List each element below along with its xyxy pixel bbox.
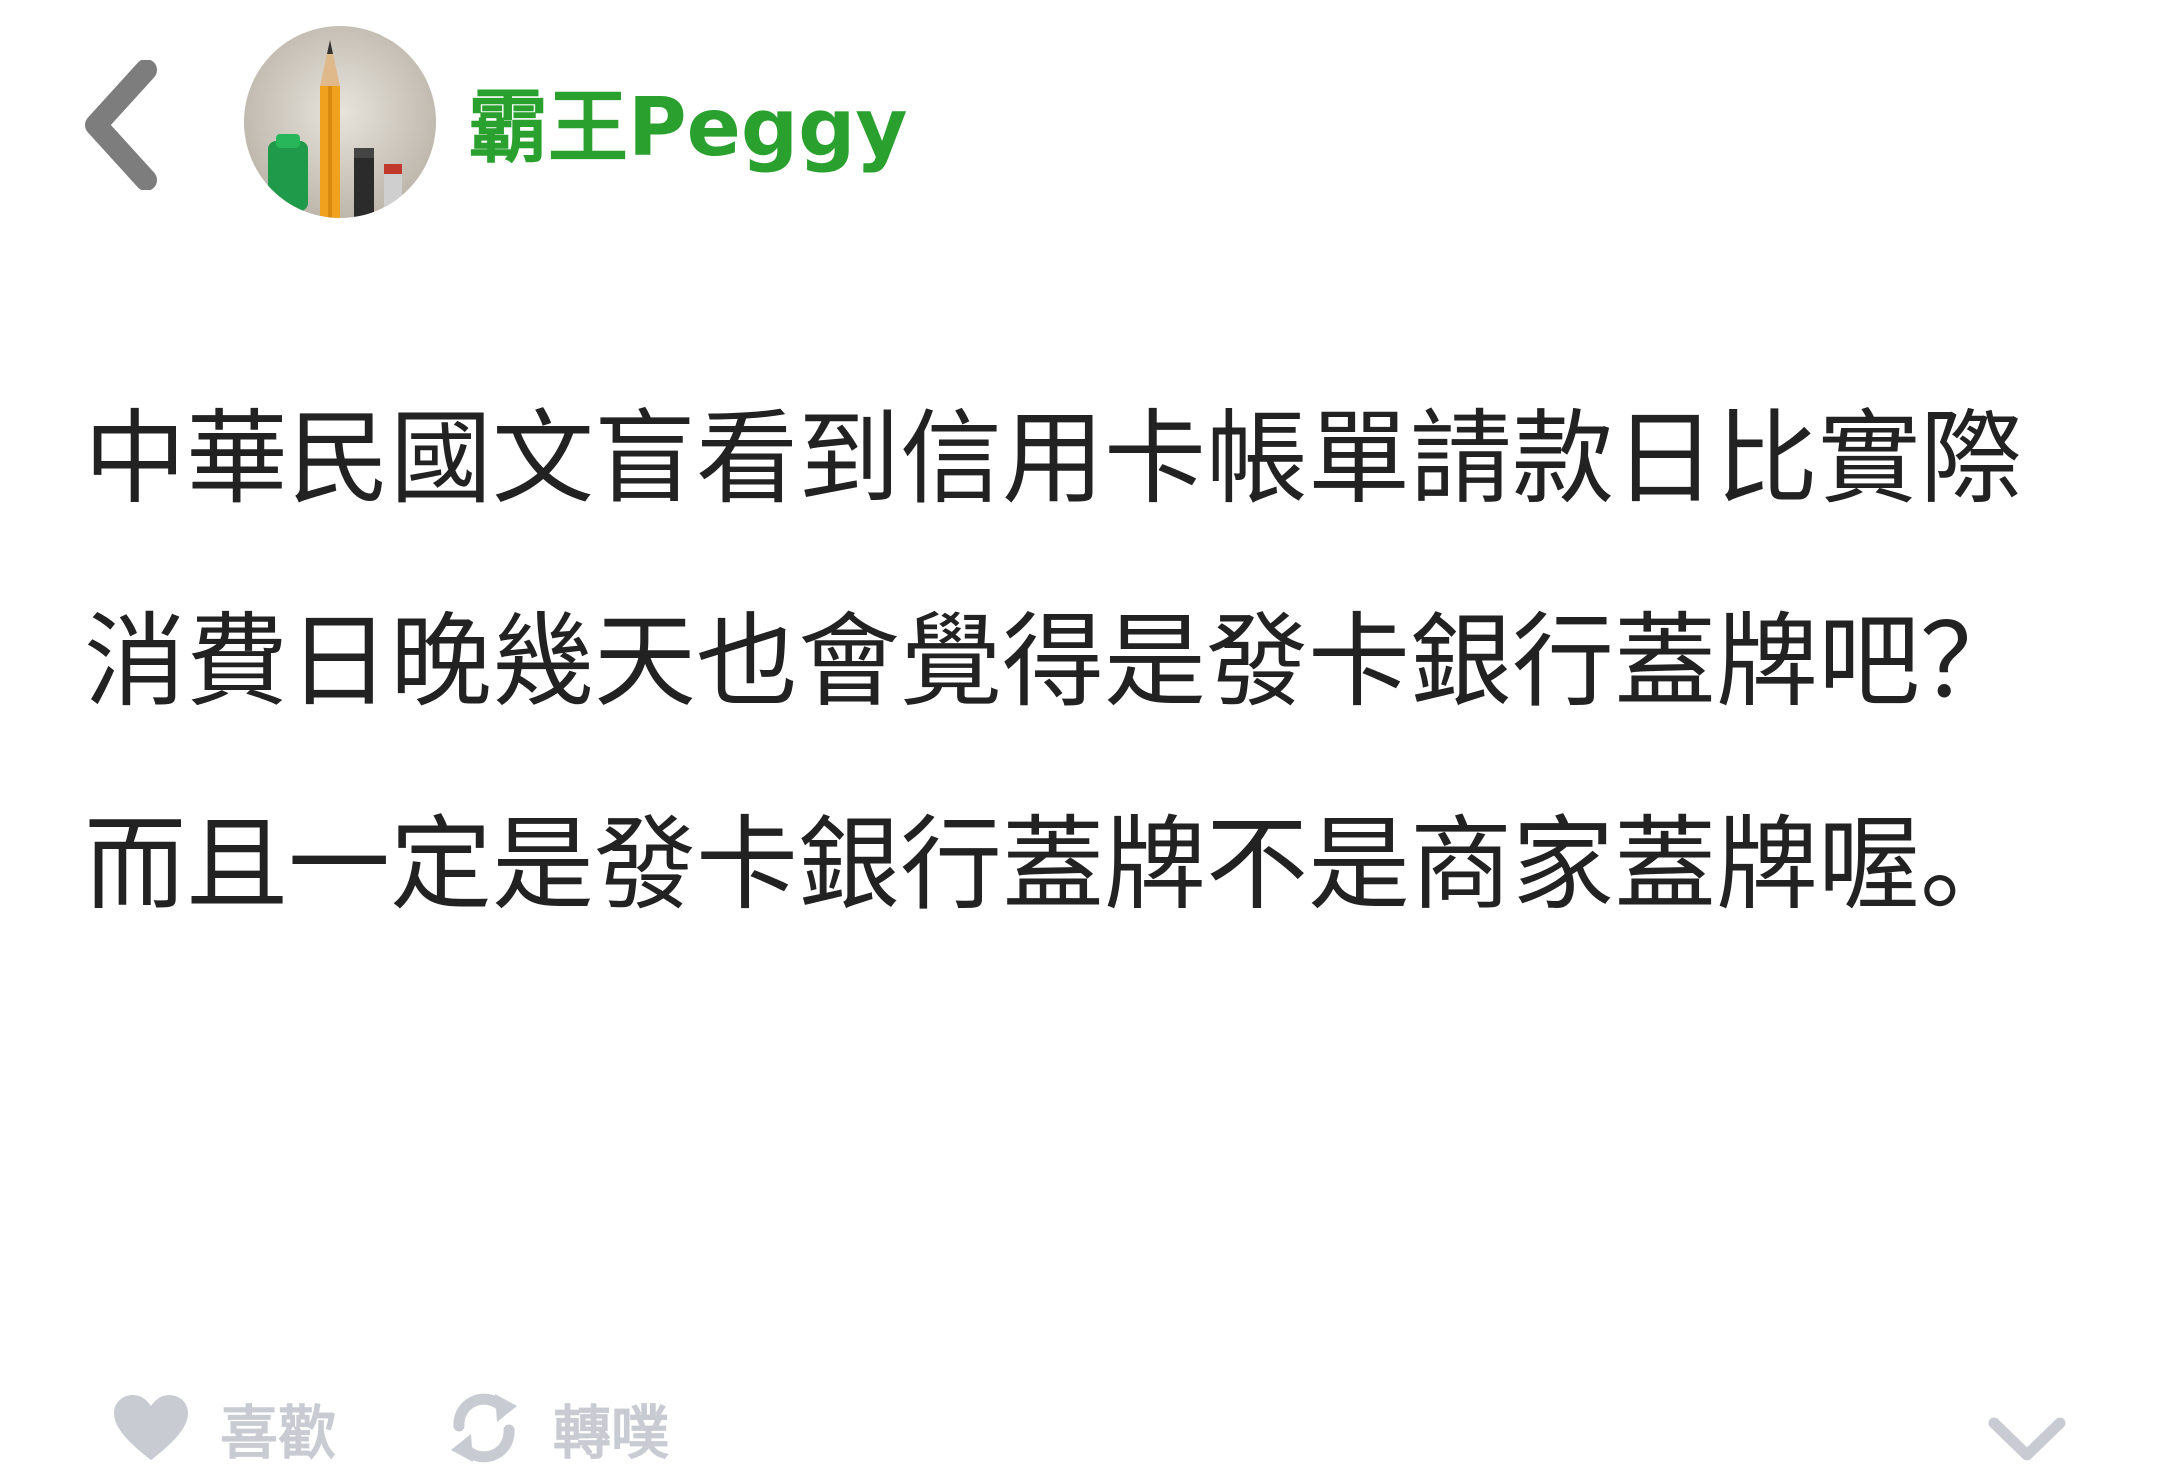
expand-button[interactable] [1988, 1415, 2066, 1463]
post-paragraph: 而且一定是發卡銀行蓋牌不是商家蓋牌喔。 [84, 806, 2022, 925]
username-link[interactable]: 霸王Peggy [468, 80, 908, 176]
post-content: 中華民國文盲看到信用卡帳單請款日比實際消費日晚幾天也會覺得是發卡銀行蓋牌吧？ 而… [84, 358, 2094, 967]
like-button[interactable]: 喜歡 [112, 1380, 336, 1475]
post-header: 霸王Peggy [0, 0, 2160, 270]
action-bar: 喜歡 轉噗 [0, 1380, 2160, 1475]
avatar[interactable] [244, 26, 436, 218]
replurk-button[interactable]: 轉噗 [445, 1380, 669, 1475]
chevron-left-icon [85, 59, 157, 191]
replurk-icon [451, 1393, 517, 1462]
chevron-down-icon [1988, 1417, 2066, 1461]
replurk-label: 轉噗 [553, 1398, 670, 1467]
back-button[interactable] [78, 59, 168, 191]
avatar-image [244, 26, 436, 218]
like-label: 喜歡 [220, 1398, 337, 1467]
post-paragraph: 中華民國文盲看到信用卡帳單請款日比實際消費日晚幾天也會覺得是發卡銀行蓋牌吧？ [84, 400, 2022, 722]
heart-icon [114, 1394, 188, 1460]
